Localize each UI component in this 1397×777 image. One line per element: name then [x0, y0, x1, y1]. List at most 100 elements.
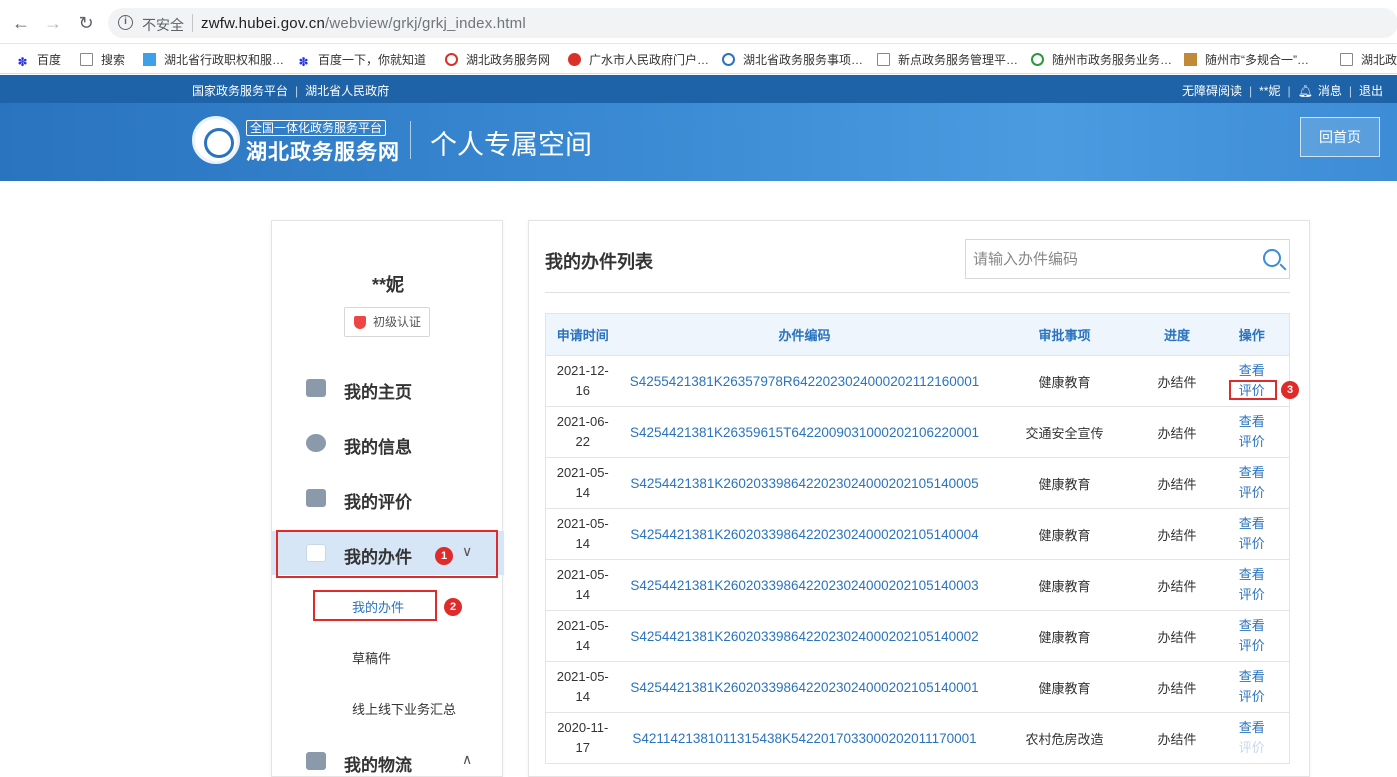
page-icon — [877, 53, 890, 66]
bell-icon[interactable]: 🔔︎ — [1298, 84, 1313, 98]
page-icon — [80, 53, 93, 66]
chevron-up-icon[interactable]: ∧ — [462, 751, 472, 768]
reload-icon[interactable]: ↻ — [75, 12, 97, 34]
browser-toolbar: ← → ↻ i 不安全 zwfw.hubei.gov.cn/webview/gr… — [0, 0, 1397, 44]
sidebar-item-info[interactable]: 我的信息 — [272, 421, 504, 465]
rate-link[interactable]: 评价 — [1215, 738, 1290, 758]
back-arrow-icon[interactable]: ← — [10, 12, 32, 34]
bookmark-item[interactable]: ✽ 百度一下，你就知道 — [297, 51, 426, 69]
site-logo-emblem[interactable] — [192, 116, 240, 164]
page-icon — [1340, 53, 1353, 66]
site-banner: 全国一体化政务服务平台 湖北政务服务网 个人专属空间 回首页 — [0, 103, 1397, 181]
case-code-link[interactable]: S4254421381K2602033986422023024000202105… — [619, 508, 990, 560]
insecure-label: 不安全 — [142, 17, 184, 33]
case-code-link[interactable]: S4254421381K26359615T6422009031000202106… — [619, 406, 990, 458]
view-link[interactable]: 查看 — [1215, 361, 1290, 381]
progress-cell: 办结件 — [1139, 661, 1215, 713]
case-code-link[interactable]: S4255421381K26357978R6422023024000202112… — [619, 355, 990, 407]
sidebar: **妮 初级认证 我的主页 我的信息 我的评价 我的办件 ∨ 我的办件 草稿件 … — [271, 220, 504, 777]
rate-link[interactable]: 评价 — [1215, 636, 1290, 656]
messages-link[interactable]: 消息 — [1318, 84, 1342, 98]
case-search-input[interactable] — [966, 240, 1246, 278]
bookmark-label: 湖北省政务服务事项… — [743, 53, 864, 67]
bookmark-label: 广水市人民政府门户… — [589, 53, 710, 67]
sidebar-item-reviews[interactable]: 我的评价 — [272, 476, 504, 520]
case-code-link[interactable]: S4254421381K2602033986422023024000202105… — [619, 610, 990, 662]
sidebar-item-label: 我的信息 — [344, 438, 412, 457]
submenu-drafts[interactable]: 草稿件 — [352, 648, 391, 667]
rate-link[interactable]: 评价 — [1215, 687, 1290, 707]
search-icon[interactable] — [1263, 249, 1281, 267]
sidebar-item-logistics[interactable]: 我的物流 ∧ — [272, 739, 504, 777]
address-bar[interactable]: i 不安全 zwfw.hubei.gov.cn/webview/grkj/grk… — [108, 8, 1397, 38]
table-row: 2021-05- 14 S4254421381K260203398642202302… — [545, 457, 1290, 509]
bookmark-label: 湖北政 — [1361, 53, 1397, 67]
bookmark-item[interactable]: 湖北省行政职权和服… — [143, 51, 284, 68]
bookmark-label: 湖北省行政职权和服… — [164, 53, 285, 67]
apply-date-line: 2021-05- — [556, 567, 609, 582]
user-link[interactable]: **妮 — [1259, 84, 1280, 98]
view-link[interactable]: 查看 — [1215, 412, 1290, 432]
forward-arrow-icon[interactable]: → — [42, 12, 64, 34]
logout-link[interactable]: 退出 — [1359, 84, 1383, 98]
actions-cell: 查看 评价 — [1214, 661, 1290, 713]
view-link[interactable]: 查看 — [1215, 565, 1290, 585]
link-divider: | — [1249, 84, 1253, 98]
bookmark-item[interactable]: 湖北政 — [1340, 51, 1397, 68]
title-divider — [545, 292, 1290, 293]
apply-date-cell: 2021-05- 14 — [545, 661, 620, 713]
approval-item-cell: 农村危房改造 — [989, 712, 1140, 764]
bookmark-item[interactable]: 搜索 — [80, 51, 125, 68]
view-link[interactable]: 查看 — [1215, 463, 1290, 483]
approval-item-cell: 健康教育 — [989, 661, 1140, 713]
box-icon — [306, 752, 326, 770]
case-code-link[interactable]: S4211421381011315438K5422017033000202011… — [619, 712, 990, 764]
shield-icon — [354, 316, 366, 329]
bookmark-item[interactable]: ✽ 百度 — [16, 51, 61, 69]
rate-link[interactable]: 评价 — [1215, 483, 1290, 503]
sidebar-item-home[interactable]: 我的主页 — [272, 366, 504, 410]
emblem-icon — [568, 53, 581, 66]
bookmark-item[interactable]: 新点政务服务管理平… — [877, 51, 1018, 68]
logo-title[interactable]: 湖北政务服务网 — [246, 136, 400, 166]
case-code-link[interactable]: S4254421381K2602033986422023024000202105… — [619, 661, 990, 713]
logo-subtitle: 全国一体化政务服务平台 — [246, 120, 387, 136]
case-code-link[interactable]: S4254421381K2602033986422023024000202105… — [619, 457, 990, 509]
apply-date-line: 2021-05- — [556, 669, 609, 684]
submenu-business-summary[interactable]: 线上线下业务汇总 — [352, 699, 456, 718]
apply-date-cell: 2021-05- 14 — [545, 559, 620, 611]
view-link[interactable]: 查看 — [1215, 667, 1290, 687]
accessibility-link[interactable]: 无障碍阅读 — [1182, 84, 1242, 98]
national-platform-link[interactable]: 国家政务服务平台 — [192, 84, 288, 98]
bookmark-item[interactable]: 广水市人民政府门户… — [568, 51, 709, 68]
view-link[interactable]: 查看 — [1215, 514, 1290, 534]
case-code-link[interactable]: S4254421381K2602033986422023024000202105… — [619, 559, 990, 611]
auth-level-badge[interactable]: 初级认证 — [344, 307, 430, 337]
rate-link[interactable]: 评价 — [1215, 432, 1290, 452]
bookmark-item[interactable]: 湖北省政务服务事项… — [722, 51, 863, 68]
info-icon[interactable]: i — [118, 15, 133, 30]
bookmark-item[interactable]: 随州市“多规合一”… — [1184, 51, 1309, 68]
sidebar-item-label: 我的主页 — [344, 383, 412, 402]
annotation-box — [313, 590, 437, 621]
actions-cell: 查看 评价 — [1214, 712, 1290, 764]
bookmark-item[interactable]: 湖北政务服务网 — [445, 51, 550, 68]
table-row: 2021-05- 14 S4254421381K260203398642202302… — [545, 508, 1290, 560]
annotation-badge: 3 — [1281, 381, 1299, 399]
province-gov-link[interactable]: 湖北省人民政府 — [305, 84, 389, 98]
rate-link[interactable]: 评价 — [1215, 534, 1290, 554]
home-button[interactable]: 回首页 — [1300, 117, 1380, 157]
apply-date-line: 2021-05- — [556, 618, 609, 633]
case-search-box — [965, 239, 1290, 279]
panel-title: 我的办件列表 — [545, 252, 653, 272]
table-row: 2021-05- 14 S4254421381K260203398642202302… — [545, 661, 1290, 713]
bookmark-item[interactable]: 随州市政务服务业务… — [1031, 51, 1172, 68]
view-link[interactable]: 查看 — [1215, 616, 1290, 636]
column-header: 办件编码 — [619, 313, 990, 356]
user-name: **妮 — [371, 275, 404, 295]
view-link[interactable]: 查看 — [1215, 718, 1290, 738]
url-text[interactable]: zwfw.hubei.gov.cn/webview/grkj/grkj_inde… — [201, 15, 526, 32]
apply-date-line: 14 — [575, 536, 590, 551]
rate-link[interactable]: 评价 — [1215, 585, 1290, 605]
actions-cell: 查看 评价 — [1214, 610, 1290, 662]
